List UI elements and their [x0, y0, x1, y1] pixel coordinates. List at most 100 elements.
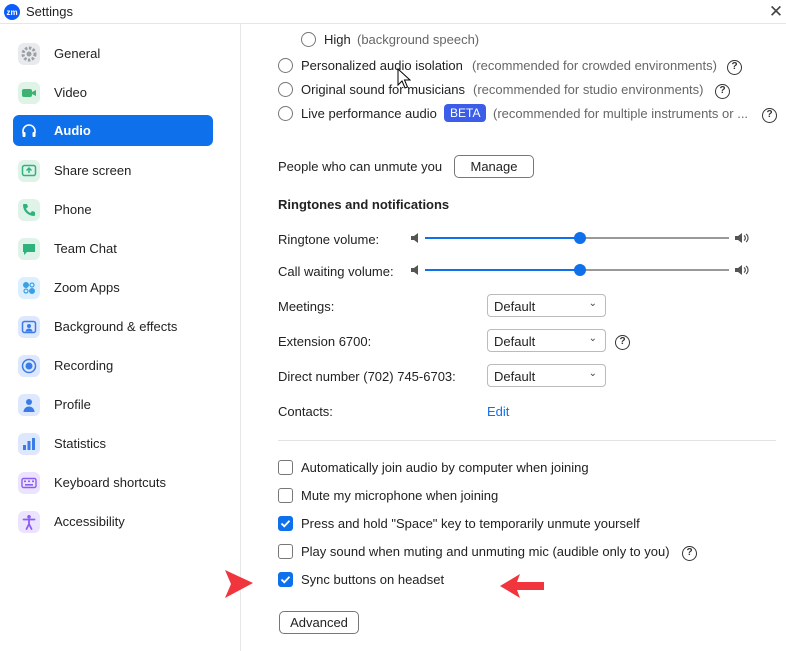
sidebar-item-profile[interactable]: Profile: [13, 389, 213, 420]
sidebar-item-label: Zoom Apps: [54, 280, 120, 295]
sidebar-item-label: Accessibility: [54, 514, 125, 529]
checkmark-icon: [280, 520, 291, 528]
help-icon[interactable]: ?: [762, 108, 777, 123]
high-radio[interactable]: [301, 32, 316, 47]
sidebar-item-general[interactable]: General: [13, 38, 213, 69]
apps-icon: [18, 276, 40, 299]
video-camera-icon: [18, 81, 40, 104]
high-note: (background speech): [357, 32, 480, 47]
sidebar-item-label: General: [54, 46, 101, 61]
auto-join-audio-label: Automatically join audio by computer whe…: [301, 460, 589, 475]
advanced-button[interactable]: Advanced: [279, 611, 359, 634]
sidebar-item-label: Statistics: [54, 436, 107, 451]
help-icon[interactable]: ?: [715, 84, 730, 99]
gear-icon: [18, 42, 40, 65]
close-icon[interactable]: ✕: [766, 2, 786, 22]
sidebar-item-keyboard-shortcuts[interactable]: Keyboard shortcuts: [13, 467, 213, 498]
annotation-arrow-right-icon: [225, 570, 253, 598]
sidebar: General Video Audio Share screen Phone T…: [0, 24, 241, 651]
volume-high-icon: [735, 233, 749, 243]
select-value: Default: [494, 334, 536, 349]
sidebar-item-label: Audio: [54, 123, 91, 138]
beta-badge: BETA: [444, 104, 487, 122]
profile-icon: [18, 393, 40, 416]
phone-icon: [18, 198, 40, 221]
background-icon: [18, 315, 40, 338]
divider: [278, 440, 776, 441]
share-screen-icon: [18, 159, 40, 182]
audio-settings-panel: High (background speech) Personalized au…: [242, 24, 786, 651]
help-icon[interactable]: ?: [727, 60, 742, 75]
sidebar-item-label: Share screen: [54, 163, 132, 178]
help-icon[interactable]: ?: [615, 335, 630, 350]
original-sound-note: (recommended for studio environments): [473, 82, 704, 97]
live-performance-label: Live performance audio: [301, 106, 437, 121]
auto-join-audio-checkbox[interactable]: [278, 460, 293, 475]
sidebar-item-recording[interactable]: Recording: [13, 350, 213, 381]
sidebar-item-label: Phone: [54, 202, 92, 217]
sidebar-item-share-screen[interactable]: Share screen: [13, 155, 213, 186]
meetings-label: Meetings:: [278, 299, 335, 314]
high-label: High: [324, 32, 351, 47]
manage-button[interactable]: Manage: [454, 155, 534, 178]
mouse-cursor-icon: [397, 68, 411, 89]
keyboard-icon: [18, 471, 40, 494]
accessibility-icon: [18, 510, 40, 533]
direct-number-select[interactable]: Default ⌄: [487, 364, 606, 387]
sidebar-item-label: Team Chat: [54, 241, 117, 256]
live-performance-note: (recommended for multiple instruments or…: [493, 106, 749, 121]
zoom-logo-icon: zm: [4, 4, 20, 20]
mute-on-join-checkbox[interactable]: [278, 488, 293, 503]
call-waiting-label: Call waiting volume:: [278, 264, 394, 279]
window-title: Settings: [26, 4, 73, 19]
sidebar-item-label: Video: [54, 85, 88, 100]
slider-fill: [425, 237, 581, 239]
annotation-arrow-left-icon: [500, 574, 544, 598]
ringtone-volume-slider[interactable]: [425, 231, 729, 245]
chevron-down-icon: ⌄: [588, 298, 597, 309]
chevron-down-icon: ⌄: [588, 368, 597, 379]
space-to-unmute-label: Press and hold "Space" key to temporaril…: [301, 516, 640, 531]
checkmark-icon: [280, 576, 291, 584]
sidebar-item-label: Profile: [54, 397, 91, 412]
sync-headset-label: Sync buttons on headset: [301, 572, 445, 587]
select-value: Default: [494, 369, 536, 384]
title-bar: zm Settings ✕: [0, 0, 786, 24]
meetings-select[interactable]: Default ⌄: [487, 294, 606, 317]
slider-thumb[interactable]: [574, 264, 587, 276]
personalized-isolation-radio[interactable]: [278, 58, 293, 73]
unmute-label: People who can unmute you: [278, 159, 443, 174]
help-icon[interactable]: ?: [682, 546, 697, 561]
sidebar-item-background-effects[interactable]: Background & effects: [13, 311, 213, 342]
personalized-isolation-note: (recommended for crowded environments): [472, 58, 717, 73]
sidebar-item-statistics[interactable]: Statistics: [13, 428, 213, 459]
sidebar-item-team-chat[interactable]: Team Chat: [13, 233, 213, 264]
ringtones-section-title: Ringtones and notifications: [278, 197, 450, 212]
extension-label: Extension 6700:: [278, 334, 372, 349]
sidebar-item-label: Keyboard shortcuts: [54, 475, 167, 490]
sidebar-item-phone[interactable]: Phone: [13, 194, 213, 225]
contacts-edit-link[interactable]: Edit: [487, 404, 509, 419]
volume-high-icon: [735, 265, 749, 275]
slider-fill: [425, 269, 581, 271]
sync-headset-checkbox[interactable]: [278, 572, 293, 587]
sidebar-item-label: Recording: [54, 358, 114, 373]
original-sound-radio[interactable]: [278, 82, 293, 97]
chevron-down-icon: ⌄: [588, 333, 597, 344]
sidebar-item-zoom-apps[interactable]: Zoom Apps: [13, 272, 213, 303]
sidebar-item-video[interactable]: Video: [13, 77, 213, 108]
mute-sound-checkbox[interactable]: [278, 544, 293, 559]
space-to-unmute-checkbox[interactable]: [278, 516, 293, 531]
sidebar-item-accessibility[interactable]: Accessibility: [13, 506, 213, 537]
volume-low-icon: [411, 233, 418, 243]
slider-thumb[interactable]: [574, 232, 587, 244]
statistics-icon: [18, 432, 40, 455]
extension-select[interactable]: Default ⌄: [487, 329, 606, 352]
volume-low-icon: [411, 265, 418, 275]
live-performance-radio[interactable]: [278, 106, 293, 121]
direct-number-label: Direct number (702) 745-6703:: [278, 369, 456, 384]
record-icon: [18, 354, 40, 377]
call-waiting-volume-slider[interactable]: [425, 263, 729, 277]
sidebar-item-audio[interactable]: Audio: [13, 115, 213, 146]
original-sound-label: Original sound for musicians: [301, 82, 466, 97]
